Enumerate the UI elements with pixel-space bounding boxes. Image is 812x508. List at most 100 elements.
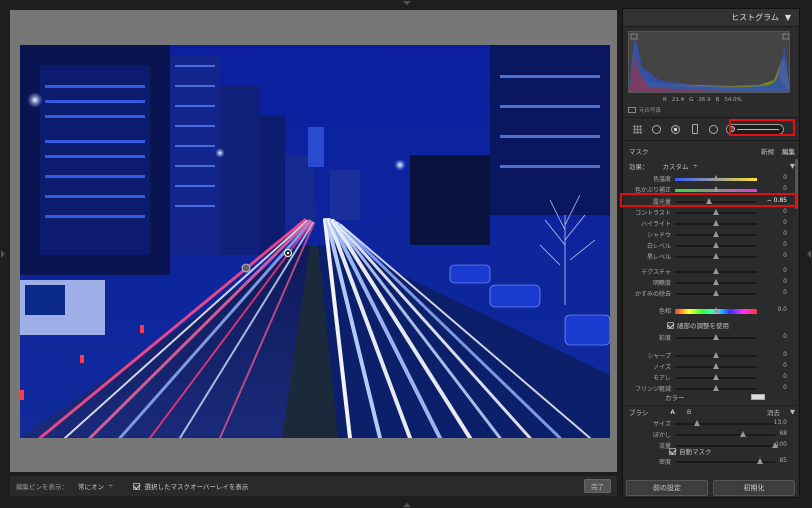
slider-knob[interactable] [713,231,719,237]
brush-erase-button[interactable]: 消去 [767,407,780,417]
graduated-filter-icon[interactable] [688,123,701,136]
slider-knob[interactable] [713,209,719,215]
slider-value[interactable]: 0 [783,174,787,181]
red-eye-icon[interactable] [669,123,682,136]
slider-knob[interactable] [713,363,719,369]
histogram-title: ヒストグラム [731,13,779,22]
radial-filter-icon[interactable] [707,123,720,136]
slider-value[interactable]: 0 [783,362,787,369]
slider-value[interactable]: 0 [783,278,787,285]
slider-knob[interactable] [713,220,719,226]
slider-knob[interactable] [713,352,719,358]
slider-value[interactable]: 0 [783,241,787,248]
fine-adjust-row: 細部の調整を使用 [623,319,801,331]
histogram [628,31,790,93]
slider-value[interactable]: 0 [783,351,787,358]
previous-settings-button[interactable]: 前の設定 [626,480,708,496]
collapse-left-arrow-icon[interactable] [1,250,5,258]
slider-label: コントラスト [635,210,671,217]
slider-value[interactable]: 0 [783,219,787,226]
slider-knob[interactable] [713,253,719,259]
mask-label: マスク [629,148,649,156]
brush-collapse-icon[interactable]: ▼ [790,408,795,416]
automask-row: 自動マスク [623,445,801,457]
slider-value[interactable]: 0 [783,333,787,340]
slider-label: テクスチャ [641,269,671,276]
slider-row: ハイライト 0 [623,219,801,229]
slider-label: モアレ [652,375,671,382]
brush-slider-value[interactable]: 68 [779,430,787,437]
brush-slider-value[interactable]: 85 [779,457,787,464]
slider-row: シャープ 0 [623,351,801,361]
b-label: B [715,97,720,103]
histogram-header[interactable]: ヒストグラム ▼ [623,9,799,27]
collapse-top-arrow-icon[interactable] [403,1,411,5]
slider-knob[interactable] [713,307,719,313]
slider-value[interactable]: 0 [783,208,787,215]
slider-value[interactable]: 0 [783,252,787,259]
fine-adjust-checkbox[interactable] [667,321,674,329]
slider-value[interactable]: 0 [783,373,787,380]
collapse-right-arrow-icon[interactable] [807,250,811,258]
edited-photo[interactable] [20,45,610,438]
spot-removal-icon[interactable] [650,123,663,136]
show-pins-select[interactable]: 常にオン [78,481,104,491]
slider-knob[interactable] [713,242,719,248]
brush-slider-track[interactable] [675,434,775,436]
slider-knob[interactable] [713,334,719,340]
slider-knob[interactable] [713,290,719,296]
effect-preset-select[interactable]: カスタム [663,161,689,171]
g-label: G [689,97,694,103]
slider-row: コントラスト 0 [623,208,801,218]
brush-slider-track[interactable] [675,423,775,425]
brush-a-button[interactable]: A [670,408,674,416]
original-photo-icon [628,107,636,113]
brush-slider-row: サイズ 13.0 [623,419,801,429]
automask-checkbox[interactable] [669,447,676,455]
effect-dropdown-icon[interactable]: ÷ [693,162,698,170]
panel-collapse-icon[interactable]: ▼ [785,13,791,22]
slider-knob[interactable] [713,279,719,285]
brush-b-button[interactable]: B [687,408,691,416]
brush-slider-knob[interactable] [757,458,763,464]
mask-edit-button[interactable]: 編集 [782,146,795,156]
slider-row: テクスチャ 0 [623,267,801,277]
reset-button[interactable]: 初期化 [713,480,795,496]
brush-header: ブラシ A B 消去 ▼ [623,405,801,417]
app-window: 編集ピンを表示： 常にオン ÷ 選択したマスクオーバーレイを表示 完了 ヒストグ… [0,0,812,508]
mask-new-button[interactable]: 新規 [761,146,774,156]
grid-tool-icon[interactable] [631,123,644,136]
slider-knob[interactable] [713,175,719,181]
show-pins-dropdown-icon[interactable]: ÷ [108,482,113,490]
overlay-checkbox[interactable] [133,482,141,490]
slider-value[interactable]: 0 [783,289,787,296]
brush-slider-label: サイズ [653,421,671,428]
slider-value[interactable]: 0 [783,267,787,274]
color-swatch[interactable] [751,394,765,400]
original-photo-toggle[interactable]: 元の写真 [628,106,661,114]
r-label: R [663,97,667,103]
slider-label: 明瞭度 [652,280,671,287]
slider-knob[interactable] [713,268,719,274]
done-button[interactable]: 完了 [584,479,611,493]
effect-row: 効果： カスタム ÷ ▼ [623,160,801,172]
slider-value[interactable]: 0 [783,185,787,192]
slider-label: 黒レベル [646,254,671,261]
slider-value[interactable]: 0.0 [777,306,787,313]
brush-slider-value[interactable]: 13.0 [774,419,787,426]
slider-label: 色温度 [652,176,671,183]
slider-knob[interactable] [713,374,719,380]
brush-slider-label: 密度 [658,459,671,466]
brush-slider-knob[interactable] [694,420,700,426]
slider-value[interactable]: 0 [783,384,787,391]
r-value: 21.4 [671,97,685,103]
slider-label: かすみの除去 [634,291,671,298]
slider-label: 彩度 [658,335,671,342]
slider-label: 白レベル [646,243,671,250]
effect-label: 効果： [629,163,649,171]
brush-slider-knob[interactable] [740,431,746,437]
collapse-bottom-arrow-icon[interactable] [403,503,411,507]
canvas-toolbar: 編集ピンを表示： 常にオン ÷ 選択したマスクオーバーレイを表示 完了 [10,476,617,496]
slider-knob[interactable] [713,186,719,192]
slider-value[interactable]: 0 [783,230,787,237]
